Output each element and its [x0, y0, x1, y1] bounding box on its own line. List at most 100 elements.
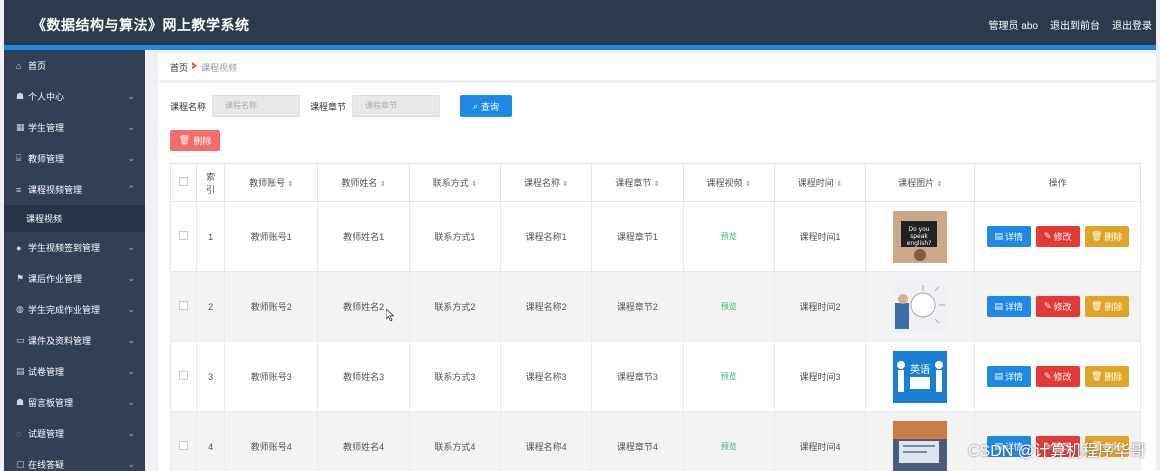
- sort-icon[interactable]: ⇕: [937, 181, 943, 188]
- list-icon: ≡: [16, 184, 22, 195]
- chapter-input[interactable]: 课程章节: [352, 95, 441, 117]
- course-image-english-learning: 英语: [893, 350, 948, 403]
- chevron-down-icon: ⌄: [127, 153, 135, 163]
- sidebar-item[interactable]: ≡ 课程视频管理 ⌃: [4, 174, 145, 205]
- sidebar-item[interactable]: ◍ 学生完成作业管理 ⌄: [4, 294, 145, 325]
- search-button[interactable]: ⌕ 查询: [460, 95, 513, 117]
- index-cell: 3: [196, 341, 226, 412]
- row-checkbox[interactable]: [179, 371, 189, 380]
- row-checkbox[interactable]: [179, 441, 189, 450]
- course-name-cell: 课程名称4: [499, 411, 593, 471]
- sort-icon[interactable]: ⇕: [836, 181, 842, 188]
- sidebar-item[interactable]: ● 学生视频签到管理 ⌄: [4, 232, 145, 263]
- edit-icon: ✎: [1043, 301, 1052, 311]
- sort-icon[interactable]: ⇕: [654, 181, 660, 188]
- sidebar-item[interactable]: ◌ 试题管理 ⌄: [4, 418, 145, 449]
- sidebar-subitem-label: 课程视频: [26, 214, 63, 224]
- flag-icon: ⚑: [16, 273, 25, 283]
- detail-button[interactable]: ▤ 详情: [986, 366, 1031, 387]
- chevron-down-icon: ⌄: [127, 91, 135, 101]
- column-header[interactable]: 课程章节 ⇕: [591, 163, 684, 202]
- sidebar-item-label: 留言板管理: [28, 398, 74, 408]
- column-header[interactable]: 课程图片 ⇕: [865, 163, 976, 202]
- column-header-label: 课程图片: [898, 178, 935, 188]
- index-cell: 2: [196, 271, 226, 342]
- preview-link[interactable]: 预览: [721, 232, 737, 241]
- column-header[interactable]: 联系方式 ⇕: [408, 163, 502, 202]
- sidebar-item[interactable]: ⌂ 首页: [4, 50, 145, 81]
- teacher-name-cell: 教师姓名3: [317, 341, 410, 412]
- sort-icon[interactable]: ⇕: [288, 181, 294, 188]
- paper-icon: ▤: [16, 366, 25, 376]
- course-name-input[interactable]: 课程名称: [212, 95, 301, 117]
- delete-button[interactable]: 🗑 删除: [1084, 296, 1129, 317]
- svg-text:english?: english?: [907, 240, 932, 247]
- sidebar-item[interactable]: ▤ 试卷管理 ⌄: [4, 356, 145, 387]
- column-header[interactable]: 教师姓名 ⇕: [317, 163, 410, 202]
- course-name-label: 课程名称: [170, 101, 207, 112]
- delete-label: 删除: [1104, 302, 1123, 312]
- globe-icon: ◍: [16, 304, 24, 314]
- row-checkbox[interactable]: [179, 301, 189, 310]
- svg-text:英语: 英语: [910, 363, 930, 376]
- preview-link[interactable]: 预览: [721, 372, 737, 381]
- bulb-icon: ◌: [16, 428, 22, 439]
- user-icon: ☗: [16, 91, 25, 101]
- contact-cell: 联系方式2: [408, 271, 502, 342]
- mouse-cursor-icon: [386, 309, 394, 321]
- edit-button[interactable]: ✎ 修改: [1035, 226, 1080, 247]
- sidebar-item[interactable]: ▦ 学生管理 ⌄: [4, 112, 145, 143]
- sidebar-item-label: 课后作业管理: [28, 274, 83, 284]
- table-row: 1 教师账号1 教师姓名1 联系方式1 课程名称1 课程章节1 预览 课程时间1 Do you s…: [169, 201, 1141, 272]
- back-front-link[interactable]: 退出到前台: [1050, 17, 1100, 32]
- column-header[interactable]: 教师账号 ⇕: [224, 163, 319, 202]
- operations-cell: ▤ 详情 ✎ 修改 🗑 删除: [974, 341, 1141, 412]
- preview-link[interactable]: 预览: [721, 442, 737, 451]
- sidebar-item[interactable]: ☗ 个人中心 ⌄: [4, 81, 145, 112]
- trash-icon: 🗑: [178, 135, 191, 145]
- teacher-account-cell: 教师账号1: [224, 201, 319, 272]
- sidebar-item-label: 课件及资料管理: [28, 336, 92, 346]
- delete-button[interactable]: 🗑 删除: [1084, 366, 1129, 387]
- batch-delete-button[interactable]: 🗑 删除: [170, 130, 220, 151]
- logout-link[interactable]: 退出登录: [1112, 17, 1152, 32]
- row-checkbox[interactable]: [179, 231, 189, 240]
- teacher-account-cell: 教师账号2: [224, 271, 319, 342]
- sort-icon[interactable]: ⇕: [745, 181, 751, 188]
- content-panel: 课程名称 课程名称 课程章节 课程章节 ⌕ 查询 🗑 删除 索引 教师账号 ⇕ 教师…: [158, 83, 1156, 471]
- sidebar-item[interactable]: ▢ 在线答疑 ⌄: [4, 449, 145, 471]
- column-header[interactable]: 课程视频 ⇕: [682, 163, 775, 202]
- column-header[interactable]: 课程名称 ⇕: [499, 163, 593, 202]
- sidebar-item-label: 学生视频签到管理: [28, 243, 101, 253]
- preview-link[interactable]: 预览: [721, 302, 737, 311]
- sidebar: ⌂ 首页 ☗ 个人中心 ⌄ ▦ 学生管理 ⌄ ⌸ 教师管理 ⌄ ≡ 课程视频管理 ⌃ 课程视频 ● 学生视频签到…: [4, 50, 145, 471]
- sidebar-item[interactable]: ▭ 课件及资料管理 ⌄: [4, 325, 145, 356]
- sidebar-item[interactable]: ⌸ 教师管理 ⌄: [4, 143, 145, 174]
- sort-icon[interactable]: ⇕: [380, 181, 386, 188]
- contact-cell: 联系方式3: [408, 341, 502, 412]
- chapter-cell: 课程章节1: [591, 201, 684, 272]
- breadcrumb-home[interactable]: 首页: [170, 61, 188, 74]
- contact-cell: 联系方式1: [408, 201, 502, 272]
- course-name-cell: 课程名称3: [499, 341, 593, 412]
- column-header[interactable]: 课程时间 ⇕: [773, 163, 867, 202]
- sort-icon[interactable]: ⇕: [471, 181, 477, 188]
- delete-button[interactable]: 🗑 删除: [1084, 226, 1129, 247]
- bank-icon: ⌸: [16, 153, 22, 163]
- teacher-name-cell: 教师姓名4: [317, 411, 410, 471]
- edit-button[interactable]: ✎ 修改: [1035, 366, 1080, 387]
- sidebar-item[interactable]: ⚑ 课后作业管理 ⌄: [4, 263, 145, 294]
- sidebar-item[interactable]: ☗ 留言板管理 ⌄: [4, 387, 145, 418]
- edit-label: 修改: [1053, 302, 1072, 312]
- sort-icon[interactable]: ⇕: [562, 181, 568, 188]
- sidebar-item-label: 个人中心: [28, 92, 65, 102]
- person-icon: ☗: [16, 397, 25, 407]
- column-header-label: 课程章节: [615, 178, 652, 188]
- edit-button[interactable]: ✎ 修改: [1035, 296, 1080, 317]
- sidebar-subitem[interactable]: 课程视频: [4, 205, 145, 232]
- course-time-cell: 课程时间3: [773, 341, 867, 412]
- sidebar-item-label: 教师管理: [28, 154, 65, 164]
- detail-button[interactable]: ▤ 详情: [986, 226, 1031, 247]
- detail-button[interactable]: ▤ 详情: [986, 296, 1031, 317]
- select-all-checkbox[interactable]: [179, 177, 189, 186]
